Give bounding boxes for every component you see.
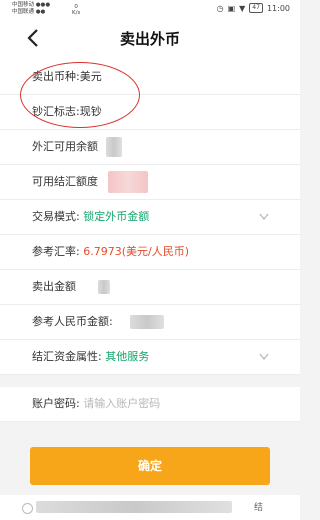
- password-label: 账户密码:: [32, 397, 80, 410]
- fx-balance-redacted: [105, 137, 122, 157]
- ref-cny-redacted: [130, 315, 165, 329]
- ref-cny-label: 参考人民币金额:: [32, 315, 113, 328]
- password-row[interactable]: 账户密码: 请输入账户密码: [0, 387, 300, 422]
- section-gap: [0, 375, 300, 387]
- agreement-tail: 结: [254, 503, 264, 513]
- carrier-info: 中国移动 ●●● 中国联通 ●● 0 K/s: [12, 2, 80, 16]
- carrier-1: 中国移动 ●●●: [12, 2, 51, 8]
- carrier-2: 中国联通 ●●: [12, 8, 46, 15]
- status-icons: ◷ ▣ ▼ 47 11:00: [217, 3, 290, 13]
- agreement-text-redacted: [36, 501, 232, 513]
- status-bar: 中国移动 ●●● 中国联通 ●● 0 K/s ◷ ▣ ▼ 47 11:00: [0, 0, 300, 18]
- signal-icon: ▼: [239, 3, 246, 13]
- settle-quota-redacted: [107, 171, 148, 193]
- ref-rate-label: 参考汇率:: [32, 245, 80, 258]
- fund-attr-value: 其他服务: [105, 350, 150, 363]
- alarm-icon: ◷: [216, 3, 224, 13]
- fund-attr-label: 结汇资金属性:: [32, 350, 102, 363]
- fx-balance-row: 外汇可用余额: [0, 130, 300, 165]
- chevron-down-icon[interactable]: [258, 352, 270, 362]
- agreement-checkbox[interactable]: [22, 503, 33, 514]
- clock: 11:00: [266, 3, 290, 13]
- settle-quota-row: 可用结汇额度: [0, 165, 300, 200]
- annotation-circle: [20, 62, 140, 128]
- ref-cny-row: 参考人民币金额:: [0, 305, 300, 340]
- trade-mode-value: 锁定外币金额: [83, 210, 150, 223]
- sell-amount-label: 卖出金额: [32, 280, 76, 293]
- confirm-button[interactable]: 确定: [30, 447, 270, 485]
- trade-mode-row[interactable]: 交易模式: 锁定外币金额: [0, 200, 300, 235]
- chevron-down-icon[interactable]: [258, 212, 270, 222]
- agreement-bar: 结: [0, 495, 300, 520]
- network-speed-unit: K/s: [72, 10, 81, 16]
- password-input[interactable]: 请输入账户密码: [83, 397, 160, 410]
- vibrate-icon: ▣: [227, 3, 236, 13]
- sell-amount-row[interactable]: 卖出金额: [0, 270, 300, 305]
- network-speed: 0 K/s: [72, 4, 80, 16]
- sell-amount-redacted: [97, 280, 110, 294]
- battery-icon: 47: [249, 3, 263, 13]
- nav-bar: 卖出外币: [0, 18, 300, 60]
- ref-rate-row: 参考汇率: 6.7973(美元/人民币): [0, 235, 300, 270]
- settle-quota-label: 可用结汇额度: [32, 175, 98, 188]
- chevron-left-icon[interactable]: [22, 26, 46, 50]
- fund-attr-row[interactable]: 结汇资金属性: 其他服务: [0, 340, 300, 375]
- trade-mode-label: 交易模式:: [32, 210, 80, 223]
- fx-balance-label: 外汇可用余额: [32, 140, 98, 153]
- ref-rate-value: 6.7973(美元/人民币): [83, 245, 189, 258]
